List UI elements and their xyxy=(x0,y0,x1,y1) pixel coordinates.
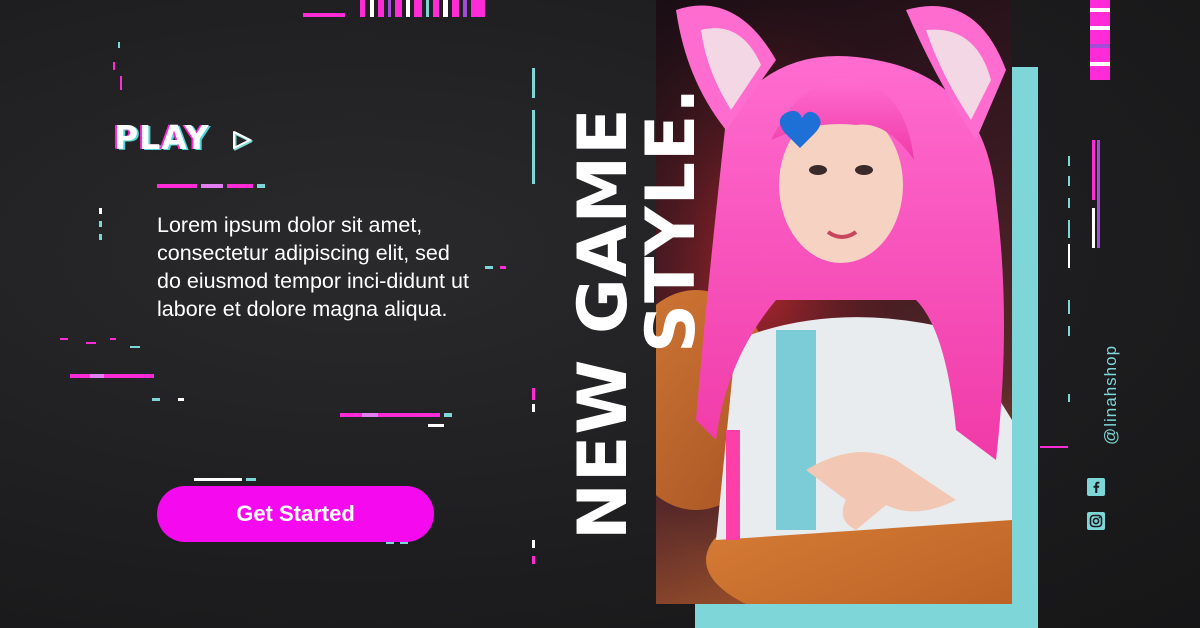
description-text: Lorem ipsum dolor sit amet, consectetur … xyxy=(157,213,469,321)
headline-line-2: STYLE. xyxy=(632,86,711,353)
play-triangle-icon xyxy=(233,131,253,151)
play-heading: PLAY xyxy=(114,118,210,157)
get-started-button[interactable]: Get Started xyxy=(157,486,434,542)
social-handle[interactable]: @linahshop xyxy=(1101,345,1121,445)
facebook-icon[interactable] xyxy=(1087,478,1105,496)
instagram-icon[interactable] xyxy=(1087,512,1105,530)
ad-banner: PLAY Lorem ipsum dolor sit amet, consect… xyxy=(0,0,1200,628)
